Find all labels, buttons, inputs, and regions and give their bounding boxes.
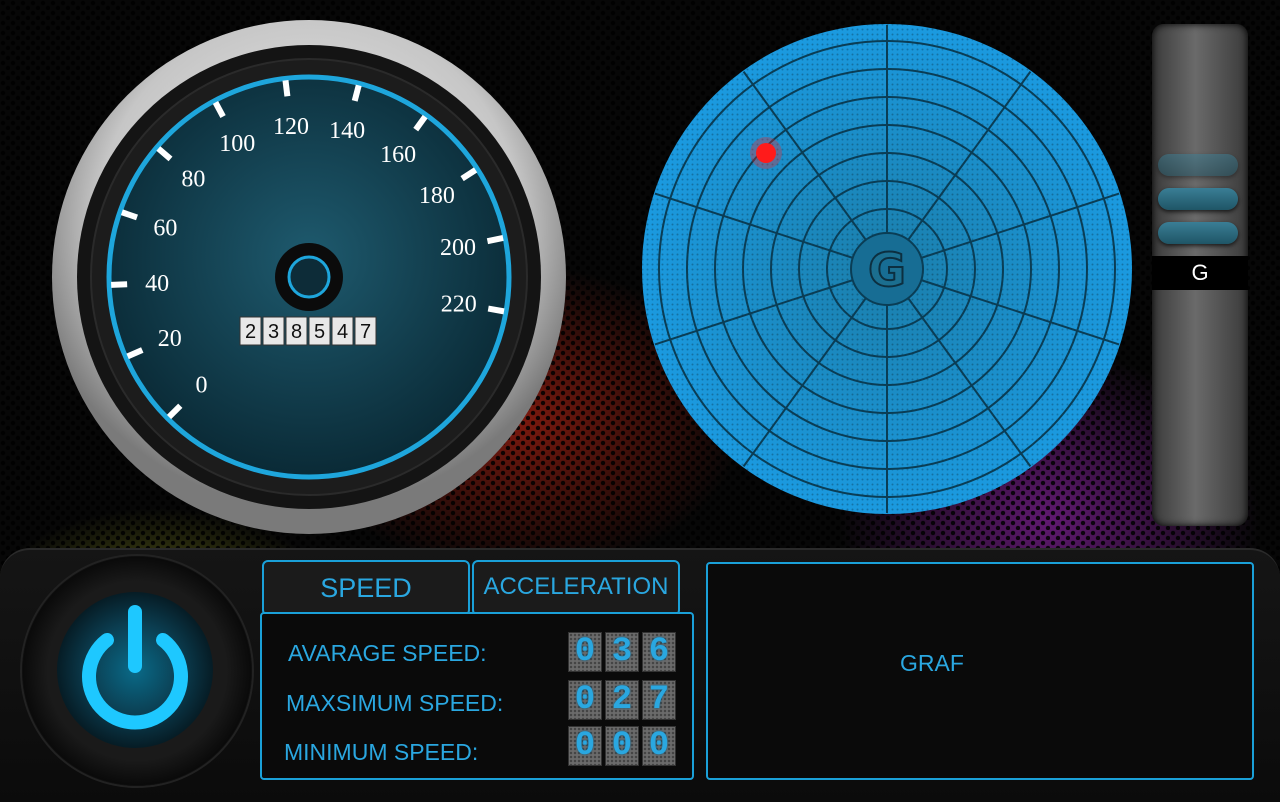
tab-speed[interactable]: SPEED <box>262 560 470 616</box>
minimum-speed-display: 0 0 0 <box>568 726 676 766</box>
speed-tick-label: 160 <box>380 142 416 168</box>
speed-tick-label: 0 <box>196 372 208 398</box>
odometer-digit: 4 <box>337 321 348 343</box>
digit: 0 <box>568 680 602 720</box>
odometer-digit: 7 <box>360 321 371 343</box>
speed-tick-label: 80 <box>181 166 205 192</box>
speed-tick-label: 140 <box>329 118 365 144</box>
speed-tick-label: 40 <box>145 271 169 297</box>
radar-center-label: G <box>868 243 906 297</box>
tab-acceleration[interactable]: ACCELERATION <box>472 560 680 616</box>
speed-tick <box>111 281 128 288</box>
graph-label: GRAF <box>900 650 964 676</box>
power-button[interactable] <box>55 590 215 750</box>
maximum-speed-display: 0 2 7 <box>568 680 676 720</box>
speed-tick <box>282 80 291 97</box>
digit: 2 <box>605 680 639 720</box>
speed-tick-label: 120 <box>273 114 309 140</box>
speedometer-gauge: 0 20 40 6080 100 120 140 160180 200 220 238547 <box>52 20 566 534</box>
slider-level-bar <box>1158 154 1238 176</box>
average-speed-display: 0 3 6 <box>568 632 676 672</box>
digit: 3 <box>605 632 639 672</box>
speed-tick-label: 20 <box>158 326 182 352</box>
speed-tick-label: 200 <box>440 235 476 261</box>
speed-tick-label: 100 <box>219 131 255 157</box>
digit: 0 <box>642 726 676 766</box>
maximum-speed-label: MAXSIMUM SPEED: <box>286 690 504 716</box>
speed-tick-label: 60 <box>153 215 177 241</box>
needle-hub <box>287 255 331 299</box>
digit: 7 <box>642 680 676 720</box>
slider-level-bar <box>1158 222 1238 244</box>
speed-tick <box>487 305 505 315</box>
speed-tick <box>351 84 362 102</box>
odometer-digit: 2 <box>245 321 256 343</box>
digit: 0 <box>568 632 602 672</box>
odometer-digit: 3 <box>268 321 279 343</box>
digit: 6 <box>642 632 676 672</box>
odometer-digit: 5 <box>314 321 325 343</box>
digit: 0 <box>605 726 639 766</box>
slider-label: G <box>1152 256 1248 290</box>
average-speed-label: AVARAGE SPEED: <box>288 640 487 666</box>
digit: 0 <box>568 726 602 766</box>
speed-tick <box>486 235 504 245</box>
minimum-speed-label: MINIMUM SPEED: <box>284 739 479 765</box>
odometer-digit: 8 <box>291 321 302 343</box>
speed-tick-label: 180 <box>419 183 455 209</box>
slider-level-bar <box>1158 188 1238 210</box>
speed-tick-label: 220 <box>441 291 477 317</box>
g-force-radar: G <box>642 24 1132 514</box>
